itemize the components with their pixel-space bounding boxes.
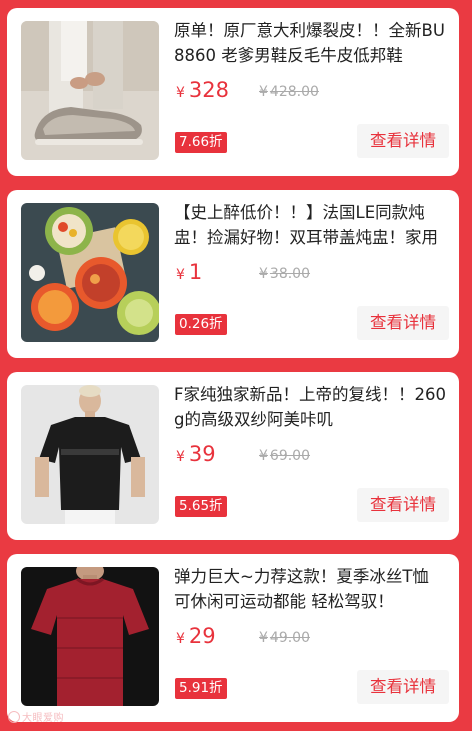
- watermark: 大眼爱购: [8, 709, 64, 724]
- black-tshirt-photo: [21, 385, 159, 524]
- original-price-value: 428.00: [269, 84, 319, 100]
- current-price: ¥1: [176, 260, 202, 284]
- price-value: 39: [188, 442, 216, 466]
- discount-badge: 5.65折: [175, 496, 227, 517]
- ceramic-bowls-photo: [21, 203, 159, 342]
- discount-badge: 0.26折: [175, 314, 227, 335]
- original-price: ¥49.00: [259, 630, 310, 646]
- product-list: 原单！原厂意大利爆裂皮！！全新BU 8860 老爹男鞋反毛牛皮低邦鞋 ¥328 …: [0, 0, 472, 731]
- original-price-value: 69.00: [269, 448, 311, 464]
- product-title[interactable]: 弹力巨大~力荐这款！夏季冰丝T恤 可休闲可运动都能 轻松驾驭！: [174, 564, 446, 614]
- original-price-value: 49.00: [269, 630, 311, 646]
- red-tshirt-photo: [21, 567, 159, 706]
- original-price-value: 38.00: [269, 266, 311, 282]
- watermark-icon: [8, 711, 20, 723]
- product-title[interactable]: 【史上醉低价！！】法国LE同款炖盅！捡漏好物！双耳带盖炖盅！家用: [174, 200, 446, 250]
- currency-symbol: ¥: [259, 448, 268, 464]
- original-price: ¥69.00: [259, 448, 310, 464]
- product-image[interactable]: [21, 567, 159, 706]
- view-details-button[interactable]: 查看详情: [357, 124, 449, 158]
- product-image[interactable]: [21, 21, 159, 160]
- view-details-button[interactable]: 查看详情: [357, 488, 449, 522]
- view-details-button[interactable]: 查看详情: [357, 306, 449, 340]
- currency-symbol: ¥: [176, 631, 185, 647]
- original-price: ¥428.00: [259, 84, 319, 100]
- currency-symbol: ¥: [176, 449, 185, 465]
- current-price: ¥39: [176, 442, 216, 466]
- currency-symbol: ¥: [176, 267, 185, 283]
- view-details-button[interactable]: 查看详情: [357, 670, 449, 704]
- product-image[interactable]: [21, 203, 159, 342]
- price-value: 29: [188, 624, 216, 648]
- watermark-text: 大眼爱购: [22, 713, 64, 724]
- product-card[interactable]: 【史上醉低价！！】法国LE同款炖盅！捡漏好物！双耳带盖炖盅！家用 ¥1 ¥38.…: [7, 190, 459, 358]
- product-image[interactable]: [21, 385, 159, 524]
- original-price: ¥38.00: [259, 266, 310, 282]
- current-price: ¥29: [176, 624, 216, 648]
- product-title[interactable]: 原单！原厂意大利爆裂皮！！全新BU 8860 老爹男鞋反毛牛皮低邦鞋: [174, 18, 446, 68]
- currency-symbol: ¥: [259, 630, 268, 646]
- currency-symbol: ¥: [176, 85, 185, 101]
- product-title[interactable]: F家纯独家新品！上帝的复线！！260g的高级双纱阿美咔叽: [174, 382, 446, 432]
- currency-symbol: ¥: [259, 84, 268, 100]
- product-card[interactable]: 弹力巨大~力荐这款！夏季冰丝T恤 可休闲可运动都能 轻松驾驭！ ¥29 ¥49.…: [7, 554, 459, 722]
- current-price: ¥328: [176, 78, 229, 102]
- discount-badge: 7.66折: [175, 132, 227, 153]
- product-card[interactable]: 原单！原厂意大利爆裂皮！！全新BU 8860 老爹男鞋反毛牛皮低邦鞋 ¥328 …: [7, 8, 459, 176]
- currency-symbol: ¥: [259, 266, 268, 282]
- price-value: 1: [188, 260, 203, 284]
- price-value: 328: [188, 78, 230, 102]
- sneakers-photo: [21, 21, 159, 160]
- discount-badge: 5.91折: [175, 678, 227, 699]
- product-card[interactable]: F家纯独家新品！上帝的复线！！260g的高级双纱阿美咔叽 ¥39 ¥69.00 …: [7, 372, 459, 540]
